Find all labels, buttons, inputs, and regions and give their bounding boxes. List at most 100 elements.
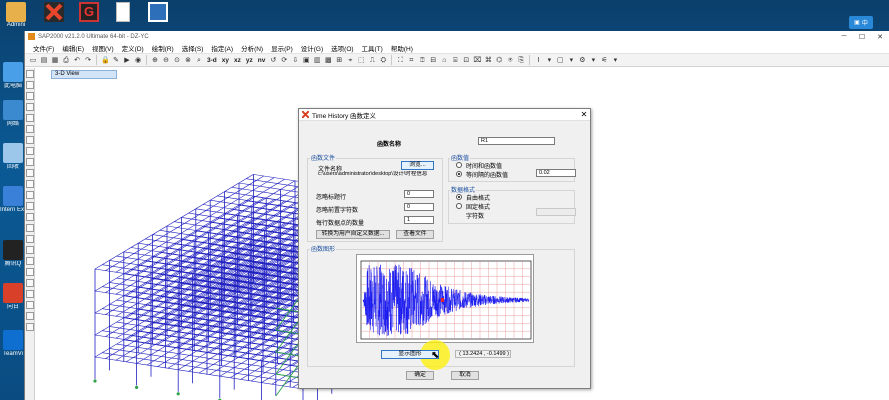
- menu-item[interactable]: 工具(T): [358, 43, 387, 53]
- zoom-out-icon[interactable]: ⊖: [161, 55, 171, 65]
- radio-fixed-format[interactable]: [456, 203, 462, 209]
- toolbar-tool-icon[interactable]: ▩: [323, 55, 333, 65]
- desktop-icon-network[interactable]: 网络: [0, 100, 26, 128]
- desktop-icon-computer[interactable]: 此电脑: [0, 62, 26, 90]
- desktop-icon-sap2000[interactable]: [42, 2, 66, 32]
- left-tool-icon[interactable]: [26, 202, 34, 210]
- left-tool-icon[interactable]: [26, 103, 34, 111]
- toolbar-tool-icon[interactable]: ⌧: [472, 55, 482, 65]
- left-tool-icon[interactable]: [26, 158, 34, 166]
- toolbar-tool-icon[interactable]: ⌸: [450, 55, 460, 65]
- new-icon[interactable]: ▭: [28, 55, 38, 65]
- left-tool-icon[interactable]: [26, 213, 34, 221]
- toolbar-tool-icon[interactable]: ▾: [610, 55, 620, 65]
- ok-button[interactable]: 确定: [406, 371, 434, 380]
- toolbar-tool-icon[interactable]: ↺: [268, 55, 278, 65]
- left-tool-icon[interactable]: [26, 169, 34, 177]
- left-tool-icon[interactable]: [26, 279, 34, 287]
- zoom-prev-icon[interactable]: ⊗: [183, 55, 193, 65]
- toolbar-tool-icon[interactable]: ⛶: [395, 55, 405, 65]
- view-xy-button[interactable]: xy: [220, 57, 231, 64]
- desktop-icon-ie[interactable]: Intern Explor: [0, 186, 26, 214]
- left-tool-icon[interactable]: [26, 125, 34, 133]
- lock-icon[interactable]: 🔒: [100, 55, 110, 65]
- left-tool-icon[interactable]: [26, 246, 34, 254]
- menu-item[interactable]: 定义(D): [118, 43, 148, 53]
- menu-item[interactable]: 选择(S): [178, 43, 208, 53]
- pan-icon[interactable]: ⌕: [194, 55, 204, 65]
- close-icon[interactable]: ✕: [578, 110, 590, 119]
- toolbar-tool-icon[interactable]: ⬚: [356, 55, 366, 65]
- toolbar-tool-icon[interactable]: ⍰: [417, 55, 427, 65]
- toolbar-tool-icon[interactable]: ⊡: [461, 55, 471, 65]
- open-icon[interactable]: ▤: [39, 55, 49, 65]
- toolbar-tool-icon[interactable]: ⌘: [483, 55, 493, 65]
- left-tool-icon[interactable]: [26, 257, 34, 265]
- minimize-icon[interactable]: ─: [835, 33, 853, 40]
- toolbar-tool-icon[interactable]: ⚙: [577, 55, 587, 65]
- save-icon[interactable]: ▦: [50, 55, 60, 65]
- prefix-chars-input[interactable]: 0: [404, 203, 434, 211]
- menu-item[interactable]: 设计(G): [297, 43, 327, 53]
- desktop-icon-qq[interactable]: 腾讯Q: [0, 240, 26, 268]
- toolbar-tool-icon[interactable]: ⚟: [599, 55, 609, 65]
- toolbar-tool-icon[interactable]: ⌗: [406, 55, 416, 65]
- toolbar-tool-icon[interactable]: ▾: [566, 55, 576, 65]
- left-tool-icon[interactable]: [26, 290, 34, 298]
- toolbar-tool-icon[interactable]: ⎘: [516, 55, 526, 65]
- view-nv-button[interactable]: nv: [256, 57, 268, 64]
- edit-icon[interactable]: ✎: [111, 55, 121, 65]
- cancel-button[interactable]: 取消: [451, 371, 479, 380]
- toolbar-tool-icon[interactable]: ⊟: [428, 55, 438, 65]
- toolbar-tool-icon[interactable]: ⌂: [439, 55, 449, 65]
- maximize-icon[interactable]: ☐: [853, 33, 871, 41]
- toolbar-tool-icon[interactable]: ⟳: [279, 55, 289, 65]
- left-tool-icon[interactable]: [26, 301, 34, 309]
- toolbar-tool-icon[interactable]: ⌖: [345, 55, 355, 65]
- left-tool-icon[interactable]: [26, 191, 34, 199]
- menu-item[interactable]: 文件(F): [29, 43, 58, 53]
- desktop-icon-teamviewer[interactable]: TeamVi: [0, 330, 26, 358]
- redo-icon[interactable]: ↷: [83, 55, 93, 65]
- toolbar-tool-icon[interactable]: ⌬: [494, 55, 504, 65]
- radio-equal-interval[interactable]: [456, 171, 462, 177]
- left-tool-icon[interactable]: [26, 114, 34, 122]
- left-tool-icon[interactable]: [26, 235, 34, 243]
- view-tab[interactable]: 3-D View: [51, 70, 117, 79]
- left-tool-icon[interactable]: [26, 147, 34, 155]
- menu-item[interactable]: 指定(A): [207, 43, 237, 53]
- desktop-icon-admin[interactable]: Admini: [3, 2, 29, 32]
- menu-item[interactable]: 编辑(E): [58, 43, 88, 53]
- menu-item[interactable]: 视图(V): [88, 43, 118, 53]
- toolbar-tool-icon[interactable]: ▢: [555, 55, 565, 65]
- toolbar-tool-icon[interactable]: ⎍: [367, 55, 377, 65]
- zoom-in-icon[interactable]: ⊕: [150, 55, 160, 65]
- radio-free-format[interactable]: [456, 194, 462, 200]
- view-3-d-button[interactable]: 3-d: [205, 57, 219, 64]
- undo-icon[interactable]: ↶: [72, 55, 82, 65]
- toolbar-tool-icon[interactable]: I: [533, 55, 543, 65]
- convert-user-data-button[interactable]: 转换为用户自定义数据...: [316, 230, 390, 239]
- left-tool-icon[interactable]: [26, 92, 34, 100]
- left-tool-icon[interactable]: [26, 268, 34, 276]
- menu-item[interactable]: 帮助(H): [387, 43, 417, 53]
- toolbar-tool-icon[interactable]: ⇩: [290, 55, 300, 65]
- stop-icon[interactable]: ◉: [133, 55, 143, 65]
- left-tool-icon[interactable]: [26, 180, 34, 188]
- view-yz-button[interactable]: yz: [244, 57, 255, 64]
- desktop-icon-sunflower[interactable]: 向日: [0, 283, 26, 311]
- view-xz-button[interactable]: xz: [232, 57, 243, 64]
- desktop-icon-note[interactable]: [147, 2, 169, 32]
- desktop-icon-recycle-bin[interactable]: 回收: [0, 143, 26, 171]
- print-icon[interactable]: ⎙: [61, 55, 71, 65]
- run-icon[interactable]: ▶: [122, 55, 132, 65]
- char-count-input[interactable]: [536, 208, 576, 216]
- toolbar-tool-icon[interactable]: ▣: [301, 55, 311, 65]
- func-name-input[interactable]: R1: [478, 137, 555, 145]
- toolbar-tool-icon[interactable]: ▾: [588, 55, 598, 65]
- left-tool-icon[interactable]: [26, 81, 34, 89]
- close-window-icon[interactable]: ✕: [871, 33, 889, 41]
- view-file-button[interactable]: 查看文件: [396, 230, 434, 239]
- points-per-line-input[interactable]: 1: [404, 216, 434, 224]
- left-tool-icon[interactable]: [26, 312, 34, 320]
